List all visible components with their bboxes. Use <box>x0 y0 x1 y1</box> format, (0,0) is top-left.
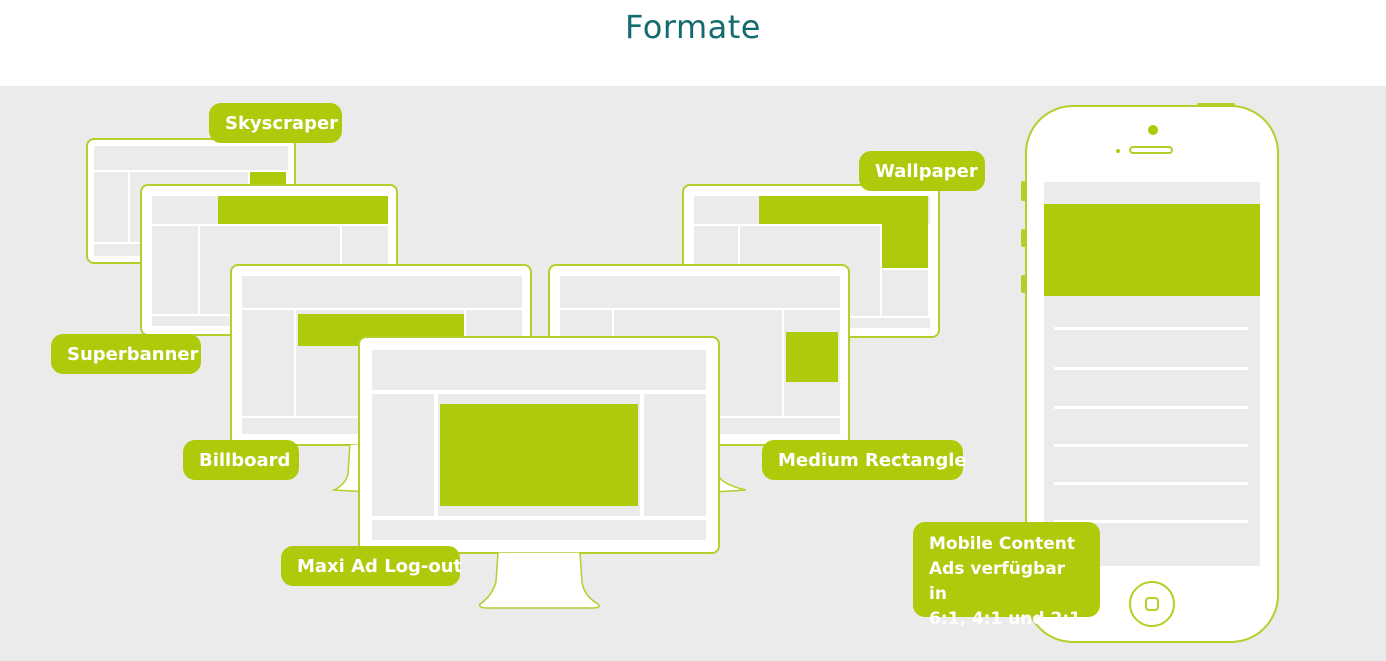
header-region <box>94 146 288 170</box>
page-header: Formate <box>0 0 1386 86</box>
sidebar-region <box>372 394 434 516</box>
sidebar-region <box>242 310 294 416</box>
header-region <box>560 276 840 308</box>
content-line <box>1054 406 1248 409</box>
phone-screen <box>1044 182 1260 566</box>
right-region <box>644 394 706 516</box>
content-line <box>1054 327 1248 330</box>
content-line <box>1054 367 1248 370</box>
phone-camera <box>1148 125 1158 135</box>
header-region <box>242 276 522 308</box>
content-line <box>1054 444 1248 447</box>
mobile-content-ad <box>1044 204 1260 296</box>
wallpaper-ad-top <box>759 196 928 224</box>
maxi-ad <box>440 404 638 506</box>
superbanner-ad <box>218 196 388 224</box>
page-title: Formate <box>625 8 761 46</box>
label-billboard: Billboard <box>183 440 299 480</box>
content-line <box>1054 482 1248 485</box>
phone-speaker <box>1129 146 1173 154</box>
sidebar-region <box>152 226 198 314</box>
label-superbanner: Superbanner <box>51 334 201 374</box>
right-region <box>882 270 928 316</box>
maxi-ad-monitor <box>358 336 720 554</box>
footer-region <box>372 520 706 540</box>
header-region <box>372 350 706 390</box>
phone-home-button <box>1129 581 1175 627</box>
wallpaper-ad-side <box>882 224 928 268</box>
maxi-ad-monitor-stand <box>478 552 600 609</box>
label-skyscraper: Skyscraper <box>209 103 342 143</box>
phone-sensor <box>1116 149 1120 153</box>
label-mobile-content-ads: Mobile Content Ads verfügbar in 6:1, 4:1… <box>913 522 1100 629</box>
label-maxi-ad-log-out: Maxi Ad Log-out <box>281 546 462 586</box>
formats-illustration: Skyscraper Superbanner Billboard Maxi Ad… <box>0 86 1386 661</box>
medium-rectangle-ad <box>786 332 838 382</box>
label-medium-rectangle: Medium Rectangle <box>762 440 967 480</box>
home-square-icon <box>1145 597 1159 611</box>
sidebar-region <box>94 172 128 242</box>
label-wallpaper: Wallpaper <box>859 151 985 191</box>
